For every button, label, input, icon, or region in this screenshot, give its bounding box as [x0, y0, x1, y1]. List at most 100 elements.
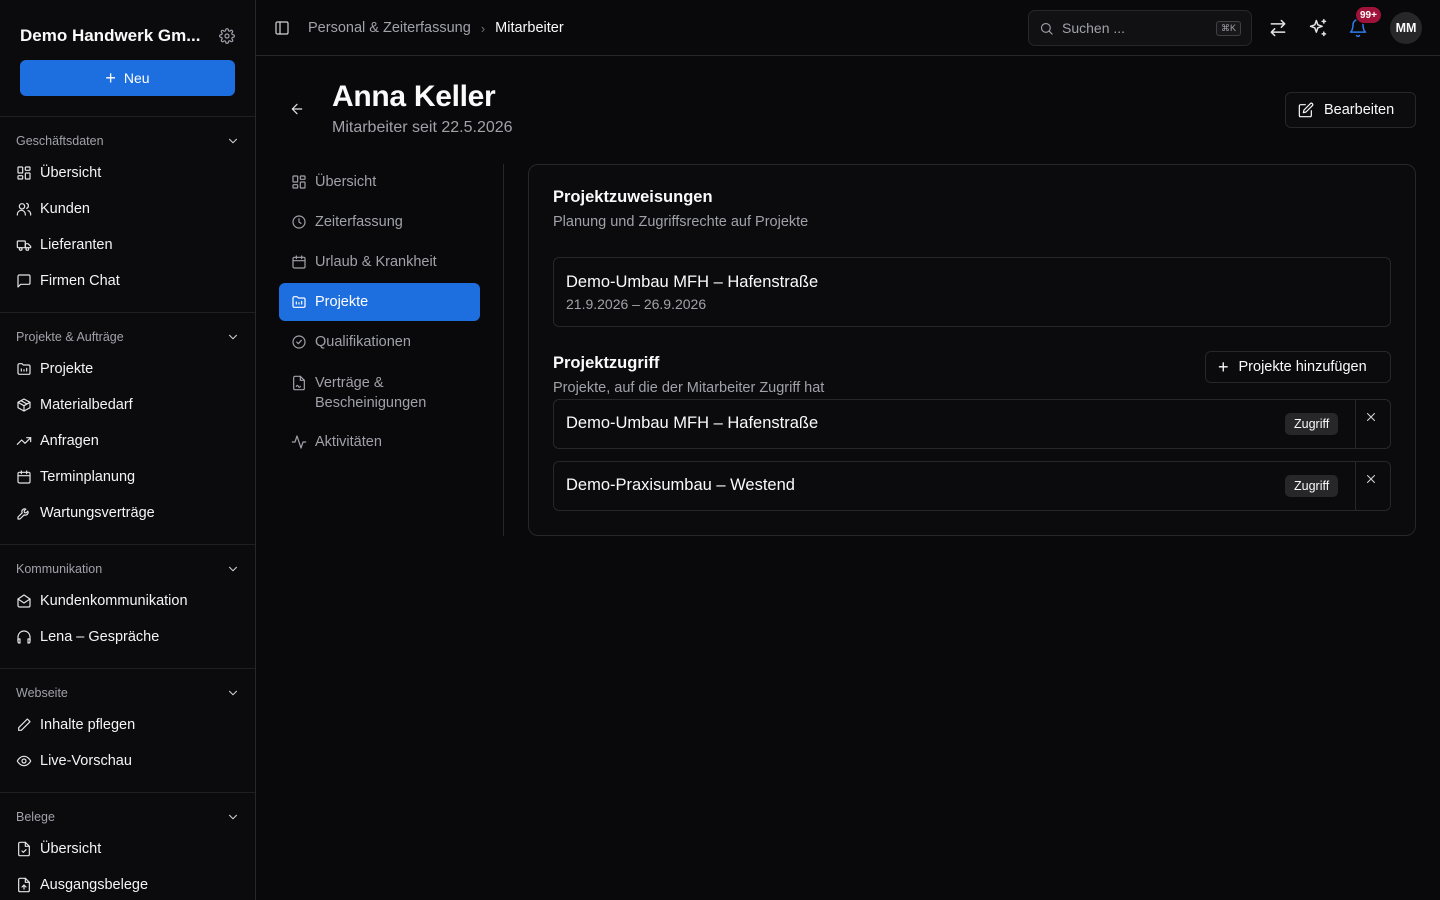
headphones-icon [16, 629, 32, 645]
breadcrumb-link[interactable]: Personal & Zeiterfassung [308, 20, 471, 36]
section-title: Geschäftsdaten [16, 134, 104, 148]
chat-icon [16, 273, 32, 289]
check-circle-icon [291, 334, 307, 350]
package-icon [16, 397, 32, 413]
assignment-item[interactable]: Demo-Umbau MFH – Hafenstraße 21.9.2026 –… [553, 257, 1391, 327]
folder-icon [291, 294, 307, 310]
file-contract-icon [291, 373, 307, 391]
sidebar-item-label: Inhalte pflegen [40, 717, 136, 733]
section-header-geschaeftsdaten[interactable]: Geschäftsdaten [16, 131, 240, 151]
access-item: Demo-Praxisumbau – Westend Zugriff [553, 461, 1391, 511]
divider [0, 668, 255, 669]
sidebar-item-label: Live-Vorschau [40, 753, 132, 769]
close-icon[interactable] [1364, 472, 1378, 486]
sidebar-item-live-vorschau[interactable]: Live-Vorschau [16, 745, 240, 777]
tab-label: Projekte [315, 294, 369, 310]
tab-projekte[interactable]: Projekte [279, 283, 480, 321]
sidebar-item-inhalte-pflegen[interactable]: Inhalte pflegen [16, 709, 240, 741]
sidebar-item-label: Kunden [40, 201, 90, 217]
sidebar-item-ausgangsbelege[interactable]: Ausgangsbelege [16, 869, 240, 900]
users-icon [16, 201, 32, 217]
notification-badge: 99+ [1355, 6, 1382, 24]
sidebar-item-projekte[interactable]: Projekte [16, 353, 240, 385]
close-icon[interactable] [1364, 410, 1378, 424]
section-header-belege[interactable]: Belege [16, 807, 240, 827]
tab-label: Aktivitäten [315, 434, 382, 450]
search-icon [1039, 21, 1054, 36]
sidebar-item-label: Firmen Chat [40, 273, 120, 289]
assignment-dates: 21.9.2026 – 26.9.2026 [566, 296, 707, 312]
tab-qualifikationen[interactable]: Qualifikationen [279, 323, 480, 361]
section-title: Kommunikation [16, 562, 103, 576]
sidebar-item-firmen-chat[interactable]: Firmen Chat [16, 265, 240, 297]
sidebar-item-label: Wartungsverträge [40, 505, 155, 521]
chevron-right-icon: › [480, 20, 486, 36]
plus-icon: + [105, 68, 116, 88]
chevron-down-icon [226, 810, 240, 824]
sidebar: Demo Handwerk Gm... + Neu Geschäftsdaten… [0, 0, 256, 900]
switch-icon[interactable] [1268, 18, 1288, 38]
divider [0, 544, 255, 545]
tab-label: Übersicht [315, 174, 377, 190]
sidebar-toggle-icon[interactable] [274, 20, 290, 36]
edit-button-label: Bearbeiten [1324, 102, 1395, 118]
activity-icon [291, 434, 307, 450]
sidebar-item-label: Anfragen [40, 433, 99, 449]
sidebar-item-kunden[interactable]: Kunden [16, 193, 240, 225]
divider [1355, 462, 1356, 510]
access-badge: Zugriff [1285, 413, 1339, 435]
section-header-projekte[interactable]: Projekte & Aufträge [16, 327, 240, 347]
divider [503, 164, 504, 536]
search-input[interactable]: Suchen ... ⌘K [1028, 10, 1252, 46]
section-title: Webseite [16, 686, 68, 700]
sparkles-icon[interactable] [1308, 18, 1328, 38]
tab-zeiterfassung[interactable]: Zeiterfassung [279, 203, 480, 241]
edit-button[interactable]: Bearbeiten [1285, 92, 1416, 128]
chevron-down-icon [226, 686, 240, 700]
divider [0, 792, 255, 793]
assignment-project-name: Demo-Umbau MFH – Hafenstraße [566, 273, 819, 291]
pen-icon [16, 717, 32, 733]
sidebar-item-wartungsvertraege[interactable]: Wartungsverträge [16, 497, 240, 529]
new-button[interactable]: + Neu [20, 60, 235, 96]
truck-icon [16, 237, 32, 253]
page-subtitle: Mitarbeiter seit 22.5.2026 [332, 119, 513, 136]
assignments-description: Planung und Zugriffsrechte auf Projekte [553, 214, 809, 230]
back-arrow-icon[interactable] [289, 101, 305, 117]
clock-icon [291, 214, 307, 230]
page-title: Anna Keller [332, 80, 496, 113]
sidebar-item-label: Kundenkommunikation [40, 593, 188, 609]
avatar[interactable]: MM [1390, 12, 1422, 44]
sidebar-item-label: Projekte [40, 361, 94, 377]
sidebar-item-lena-gespraeche[interactable]: Lena – Gespräche [16, 621, 240, 653]
tab-label: Zeiterfassung [315, 214, 403, 230]
gear-icon[interactable] [219, 28, 235, 44]
eye-icon [16, 753, 32, 769]
company-switcher[interactable]: Demo Handwerk Gm... [20, 24, 235, 48]
chevron-down-icon [226, 134, 240, 148]
section-header-kommunikation[interactable]: Kommunikation [16, 559, 240, 579]
sidebar-item-label: Lieferanten [40, 237, 113, 253]
sidebar-item-label: Übersicht [40, 841, 102, 857]
sidebar-item-anfragen[interactable]: Anfragen [16, 425, 240, 457]
file-check-icon [16, 841, 32, 857]
sidebar-item-kundenkommunikation[interactable]: Kundenkommunikation [16, 585, 240, 617]
tab-aktivitaeten[interactable]: Aktivitäten [279, 423, 480, 461]
sidebar-item-uebersicht[interactable]: Übersicht [16, 157, 240, 189]
access-title: Projektzugriff [553, 354, 660, 372]
add-projects-button[interactable]: + Projekte hinzufügen [1205, 351, 1391, 383]
sidebar-item-belege-uebersicht[interactable]: Übersicht [16, 833, 240, 865]
tab-urlaub-krankheit[interactable]: Urlaub & Krankheit [279, 243, 480, 281]
sidebar-item-lieferanten[interactable]: Lieferanten [16, 229, 240, 261]
divider [0, 116, 255, 117]
sidebar-item-materialbedarf[interactable]: Materialbedarf [16, 389, 240, 421]
section-header-webseite[interactable]: Webseite [16, 683, 240, 703]
chevron-down-icon [226, 562, 240, 576]
tab-vertraege[interactable]: Verträge & Bescheinigungen [279, 363, 480, 421]
access-item: Demo-Umbau MFH – Hafenstraße Zugriff [553, 399, 1391, 449]
access-badge: Zugriff [1285, 475, 1339, 497]
tab-label: Qualifikationen [315, 334, 411, 350]
sidebar-item-terminplanung[interactable]: Terminplanung [16, 461, 240, 493]
section-title: Projekte & Aufträge [16, 330, 124, 344]
tab-uebersicht[interactable]: Übersicht [279, 163, 480, 201]
